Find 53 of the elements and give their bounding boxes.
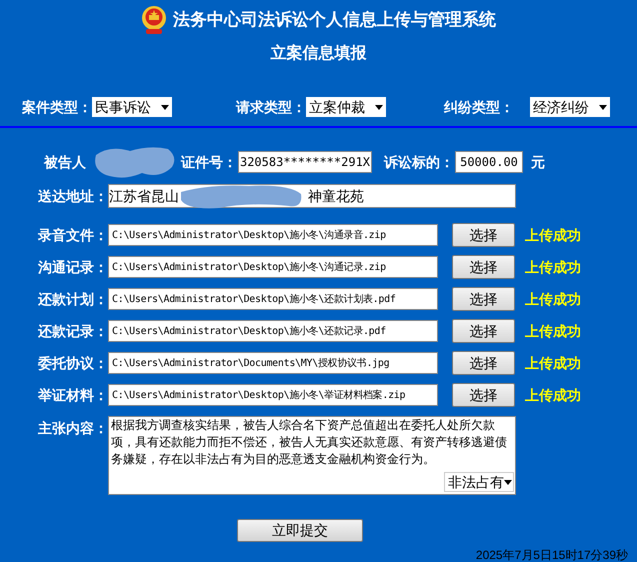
claim-textarea[interactable]: 根据我方调查核实结果，被告人综合名下资产总值超出在委托人处所欠款项，具有还款能力而拒不偿还，被告人无真实还款意愿、有资产转移逃避债务嫌疑，存在以非法占有为目的恶意透支金融机构资金行为。 非法占有 bbox=[108, 416, 516, 495]
choose-button[interactable]: 选择 bbox=[452, 223, 515, 247]
file-path-field[interactable]: C:\Users\Administrator\Desktop\施小冬\沟通录音.zip bbox=[108, 224, 438, 246]
upload-status: 上传成功 bbox=[525, 258, 581, 276]
emblem-icon bbox=[141, 5, 167, 35]
field-label: 送达地址： bbox=[38, 186, 108, 206]
choose-button[interactable]: 选择 bbox=[452, 383, 515, 407]
upload-status: 上传成功 bbox=[525, 226, 581, 244]
amount-field[interactable]: 50000.00 bbox=[455, 151, 523, 173]
field-label: 录音文件： bbox=[38, 226, 108, 244]
dropdown[interactable]: 立案仲裁 bbox=[306, 97, 386, 117]
caret-icon bbox=[504, 480, 512, 484]
choose-button[interactable]: 选择 bbox=[452, 255, 515, 279]
field-label: 诉讼标的： bbox=[384, 152, 455, 172]
caret-icon bbox=[161, 104, 169, 110]
caret-icon bbox=[375, 104, 383, 110]
upload-status: 上传成功 bbox=[525, 354, 581, 372]
address-field[interactable]: 江苏省昆山 神童花苑 bbox=[108, 184, 516, 208]
timestamp: 2025年7月5日15时17分39秒 bbox=[476, 547, 628, 562]
unit-label: 元 bbox=[531, 152, 545, 172]
choose-button[interactable]: 选择 bbox=[452, 287, 515, 311]
claim-text: 根据我方调查核实结果，被告人综合名下资产总值超出在委托人处所欠款项，具有还款能力而拒不偿还，被告人无真实还款意愿、有资产转移逃避债务嫌疑，存在以非法占有为目的恶意透支金融机构资金行为。 bbox=[110, 417, 508, 468]
choose-button[interactable]: 选择 bbox=[452, 351, 515, 375]
field-label: 沟通记录： bbox=[38, 258, 108, 276]
filter-label: 请求类型： bbox=[236, 98, 306, 116]
submit-button[interactable]: 立即提交 bbox=[237, 519, 363, 542]
file-path-field[interactable]: C:\Users\Administrator\Desktop\施小冬\还款计划表.pdf bbox=[108, 288, 438, 310]
filter-label: 纠纷类型： bbox=[444, 98, 514, 116]
field-label: 还款计划： bbox=[38, 290, 108, 308]
file-path-field[interactable]: C:\Users\Administrator\Desktop\施小冬\沟通记录.zip bbox=[108, 256, 438, 278]
upload-status: 上传成功 bbox=[525, 386, 581, 404]
file-path-field[interactable]: C:\Users\Administrator\Documents\MY\授权协议书.jpg bbox=[108, 352, 438, 374]
app-title: 法务中心司法诉讼个人信息上传与管理系统 bbox=[173, 9, 496, 32]
dropdown[interactable]: 经济纠纷 bbox=[530, 97, 610, 117]
caret-icon bbox=[599, 104, 607, 110]
choose-button[interactable]: 选择 bbox=[452, 319, 515, 343]
file-path-field[interactable]: C:\Users\Administrator\Desktop\施小冬\举证材料档案.zip bbox=[108, 384, 438, 406]
upload-status: 上传成功 bbox=[525, 322, 581, 340]
id-number-field[interactable]: 320583********291X bbox=[238, 151, 372, 173]
address-text: 神童花苑 bbox=[308, 186, 364, 206]
field-label: 主张内容： bbox=[38, 419, 108, 438]
dropdown[interactable]: 非法占有 bbox=[444, 472, 514, 492]
file-path-field[interactable]: C:\Users\Administrator\Desktop\施小冬\还款记录.pdf bbox=[108, 320, 438, 342]
filter-label: 案件类型： bbox=[22, 98, 92, 116]
upload-status: 上传成功 bbox=[525, 290, 581, 308]
address-text: 江苏省昆山 bbox=[109, 186, 179, 206]
field-label: 被告人 bbox=[44, 152, 87, 172]
dropdown[interactable]: 民事诉讼 bbox=[92, 97, 172, 117]
page-subtitle: 立案信息填报 bbox=[270, 43, 366, 64]
field-label: 委托协议： bbox=[38, 354, 108, 372]
field-label: 证件号： bbox=[181, 152, 238, 172]
field-label: 举证材料： bbox=[38, 386, 108, 404]
field-label: 还款记录： bbox=[38, 322, 108, 340]
